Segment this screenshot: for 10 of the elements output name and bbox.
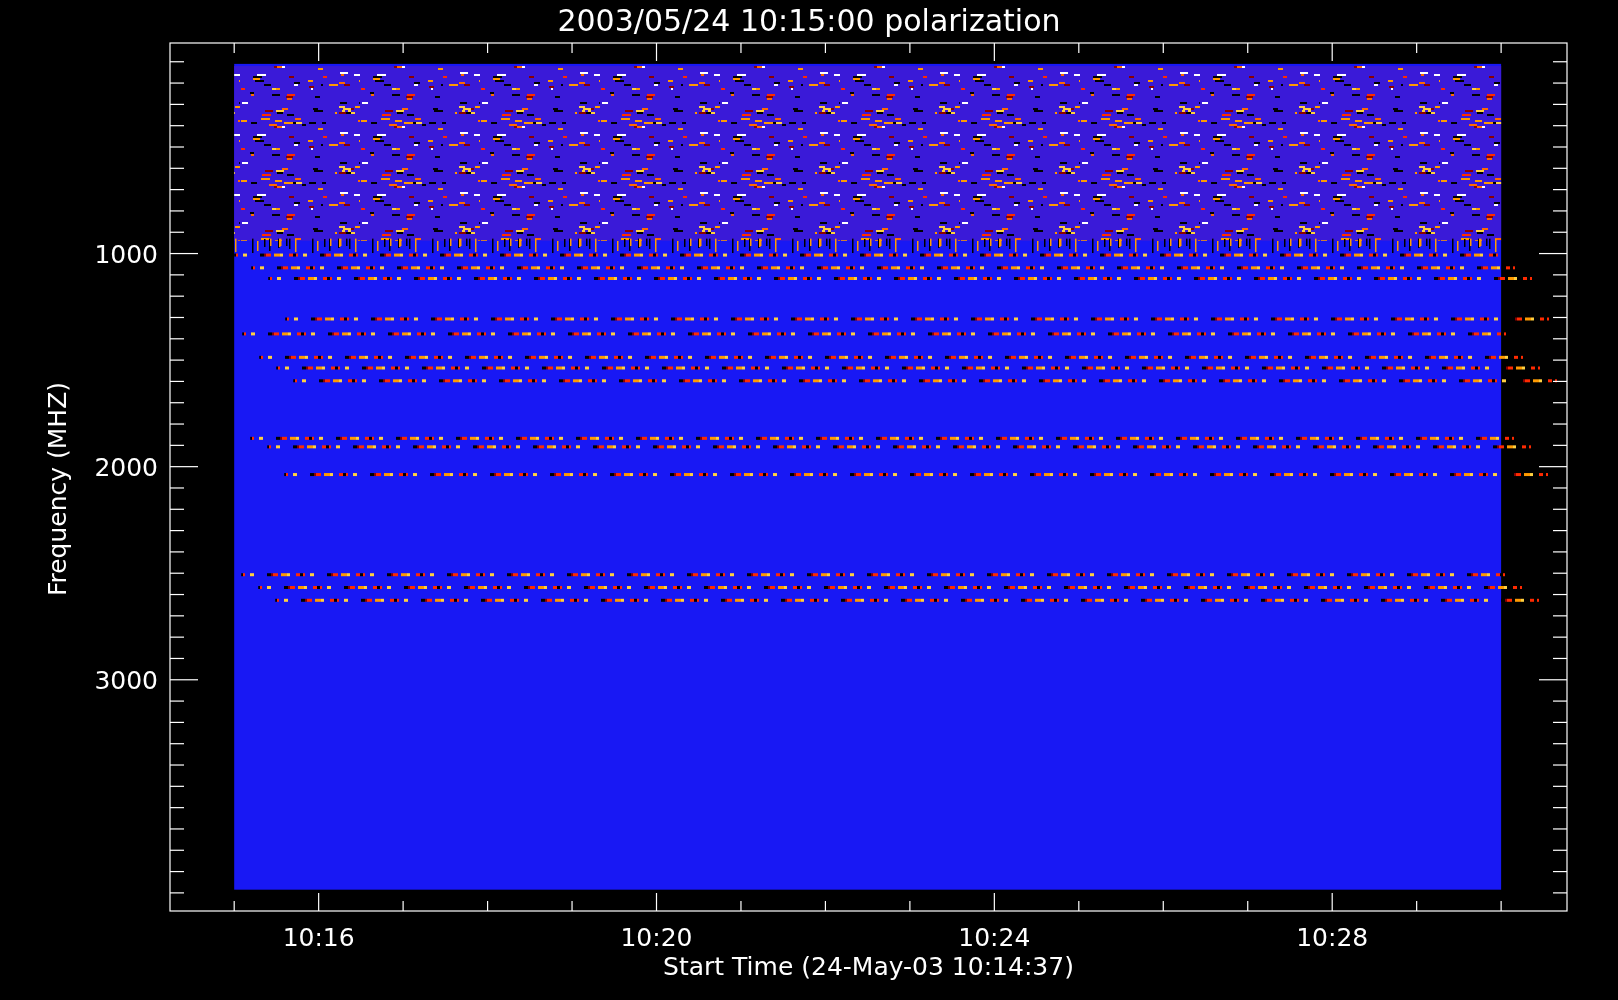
x-axis-title: Start Time (24-May-03 10:14:37): [663, 952, 1074, 981]
x-tick-label: 10:20: [620, 923, 693, 952]
x-tick-label: 10:24: [958, 923, 1031, 952]
y-tick-label: 1000: [94, 239, 158, 269]
y-axis-title: Frequency (MHZ): [43, 381, 72, 597]
x-tick-label: 10:16: [282, 923, 355, 952]
x-tick-label: 10:28: [1296, 923, 1369, 952]
chart-title: 2003/05/24 10:15:00 polarization: [557, 2, 1061, 40]
y-tick-label: 3000: [94, 665, 158, 695]
y-tick-label: 2000: [94, 452, 158, 482]
